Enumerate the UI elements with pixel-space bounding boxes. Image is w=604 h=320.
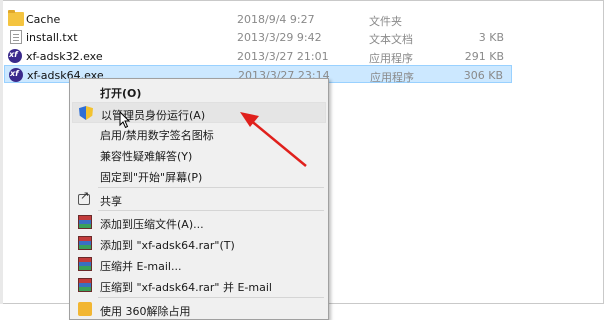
- file-type: 应用程序: [370, 71, 414, 84]
- xf-exe-icon: [8, 49, 22, 63]
- menu-item-add-to-archive[interactable]: 添加到压缩文件(A)...: [72, 212, 326, 233]
- mouse-cursor-icon: [119, 111, 131, 129]
- file-name: install.txt: [26, 31, 78, 44]
- menu-item-signature-icon[interactable]: 启用/禁用数字签名图标: [72, 123, 326, 144]
- file-name: Cache: [26, 13, 61, 26]
- file-date: 2013/3/29 9:42: [237, 31, 322, 44]
- menu-item-compress-rar-email[interactable]: 压缩到 "xf-adsk64.rar" 并 E-mail: [72, 275, 326, 296]
- winrar-icon: [78, 278, 92, 292]
- menu-item-compatibility[interactable]: 兼容性疑难解答(Y): [72, 144, 326, 165]
- text-file-icon: [10, 30, 22, 44]
- winrar-icon: [78, 236, 92, 250]
- menu-item-label: 以管理员身份运行(A): [101, 109, 206, 122]
- window-left-edge: [0, 0, 3, 304]
- menu-item-360-unlock[interactable]: 使用 360解除占用: [72, 299, 326, 320]
- menu-item-pin-to-start[interactable]: 固定到"开始"屏幕(P): [72, 165, 326, 186]
- share-icon: [78, 189, 90, 205]
- menu-item-label: 使用 360解除占用: [100, 305, 191, 318]
- menu-item-label: 启用/禁用数字签名图标: [100, 129, 214, 142]
- menu-separator: [98, 187, 324, 188]
- menu-item-open[interactable]: 打开(O): [72, 81, 326, 102]
- file-size: 306 KB: [463, 69, 503, 82]
- menu-item-add-to-rar[interactable]: 添加到 "xf-adsk64.rar"(T): [72, 233, 326, 254]
- folder-icon: [8, 10, 24, 26]
- xf-exe-icon: [9, 68, 23, 82]
- menu-item-label: 兼容性疑难解答(Y): [100, 150, 193, 163]
- file-size: 291 KB: [464, 50, 504, 63]
- winrar-icon: [78, 215, 92, 229]
- menu-item-label: 压缩到 "xf-adsk64.rar" 并 E-mail: [100, 281, 272, 294]
- context-menu: 打开(O) 以管理员身份运行(A) 启用/禁用数字签名图标 兼容性疑难解答(Y)…: [69, 78, 329, 320]
- menu-item-label: 添加到压缩文件(A)...: [100, 218, 204, 231]
- file-size: 3 KB: [478, 31, 504, 44]
- menu-item-run-as-admin[interactable]: 以管理员身份运行(A): [72, 102, 326, 123]
- menu-item-label: 打开(O): [100, 87, 142, 100]
- file-row-cache[interactable]: Cache 2018/9/4 9:27 文件夹: [4, 10, 512, 28]
- file-type: 文件夹: [369, 15, 402, 28]
- menu-separator: [98, 210, 324, 211]
- file-date: 2018/9/4 9:27: [237, 13, 315, 26]
- menu-item-compress-email[interactable]: 压缩并 E-mail...: [72, 254, 326, 275]
- file-type: 文本文档: [369, 33, 413, 46]
- file-row-install-txt[interactable]: install.txt 2013/3/29 9:42 文本文档 3 KB: [4, 28, 512, 46]
- file-name: xf-adsk32.exe: [26, 50, 103, 63]
- file-date: 2013/3/27 21:01: [237, 50, 329, 63]
- winrar-icon: [78, 257, 92, 271]
- menu-item-label: 压缩并 E-mail...: [100, 260, 182, 273]
- menu-item-share[interactable]: 共享: [72, 189, 326, 210]
- menu-item-label: 共享: [100, 195, 122, 208]
- uac-shield-icon: [79, 106, 93, 120]
- file-row-xf-adsk32[interactable]: xf-adsk32.exe 2013/3/27 21:01 应用程序 291 K…: [4, 47, 512, 65]
- menu-separator: [98, 297, 324, 298]
- file-type: 应用程序: [369, 52, 413, 65]
- menu-item-label: 添加到 "xf-adsk64.rar"(T): [100, 239, 235, 252]
- 360-icon: [78, 302, 92, 316]
- menu-item-label: 固定到"开始"屏幕(P): [100, 171, 203, 184]
